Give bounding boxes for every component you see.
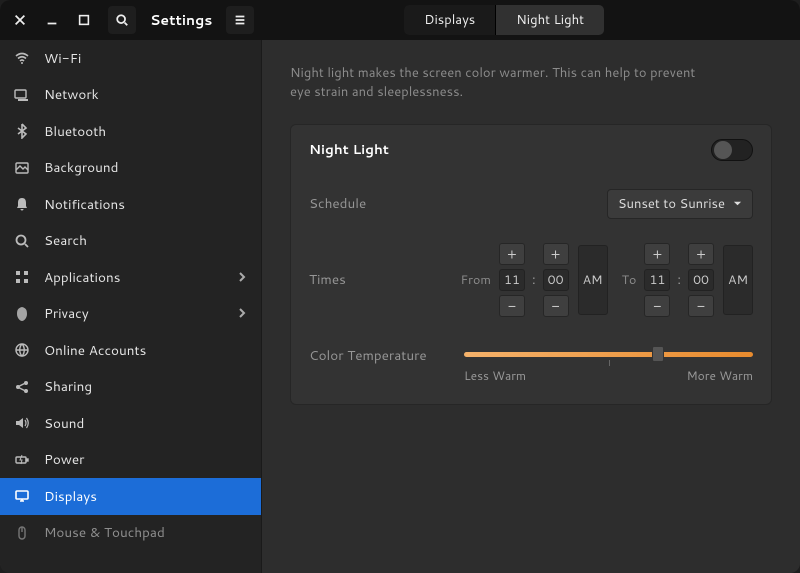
to-time-group: + 11 − : + 00 − AM xyxy=(644,243,753,317)
bluetooth-icon xyxy=(14,123,30,139)
from-time-group: + 11 − : + 00 − AM xyxy=(499,243,608,317)
from-min-minus[interactable]: − xyxy=(543,295,569,317)
displays-icon xyxy=(14,488,30,504)
sidebar-item-label: Wi-Fi xyxy=(44,49,81,68)
from-ampm-stepper: AM xyxy=(578,245,608,315)
from-hour-minus[interactable]: − xyxy=(499,295,525,317)
app-title: Settings xyxy=(140,10,222,30)
schedule-label: Schedule xyxy=(309,194,366,213)
sidebar-item-search[interactable]: Search xyxy=(0,223,261,260)
sidebar-item-label: Network xyxy=(44,85,99,104)
sidebar-item-privacy[interactable]: Privacy xyxy=(0,296,261,333)
sidebar: Wi-Fi Network Bluetooth Background Notif… xyxy=(0,40,262,573)
to-hour-value[interactable]: 11 xyxy=(644,269,670,291)
mouse-icon xyxy=(14,525,30,541)
sidebar-item-label: Displays xyxy=(44,487,97,506)
night-light-panel: Night Light Schedule Sunset to Sunrise T… xyxy=(290,124,772,405)
power-icon xyxy=(14,452,30,468)
to-hour-stepper: + 11 − xyxy=(644,243,670,317)
from-hour-stepper: + 11 − xyxy=(499,243,525,317)
color-temp-slider-track[interactable] xyxy=(464,352,753,357)
from-label: From xyxy=(460,271,490,289)
sidebar-item-label: Power xyxy=(44,450,84,469)
sidebar-item-notifications[interactable]: Notifications xyxy=(0,186,261,223)
sidebar-item-network[interactable]: Network xyxy=(0,77,261,114)
sidebar-item-label: Notifications xyxy=(44,195,125,214)
maximize-button[interactable] xyxy=(70,6,98,34)
more-warm-label: More Warm xyxy=(687,367,753,384)
wifi-icon xyxy=(14,50,30,66)
schedule-dropdown[interactable]: Sunset to Sunrise xyxy=(607,189,753,219)
less-warm-label: Less Warm xyxy=(464,367,526,384)
to-ampm-stepper: AM xyxy=(723,245,753,315)
chevron-right-icon xyxy=(237,268,247,287)
search-icon xyxy=(14,233,30,249)
night-light-description: Night light makes the screen color warme… xyxy=(290,64,710,102)
hamburger-menu-button[interactable] xyxy=(226,6,254,34)
background-icon xyxy=(14,160,30,176)
sidebar-item-label: Online Accounts xyxy=(44,341,146,360)
from-min-value[interactable]: 00 xyxy=(543,269,569,291)
online-accounts-icon xyxy=(14,342,30,358)
sidebar-item-label: Privacy xyxy=(44,304,89,323)
from-hour-value[interactable]: 11 xyxy=(499,269,525,291)
chevron-right-icon xyxy=(237,304,247,323)
sidebar-item-wifi[interactable]: Wi-Fi xyxy=(0,40,261,77)
from-min-plus[interactable]: + xyxy=(543,243,569,265)
to-min-minus[interactable]: − xyxy=(688,295,714,317)
sidebar-item-label: Background xyxy=(44,158,118,177)
from-hour-plus[interactable]: + xyxy=(499,243,525,265)
minimize-button[interactable] xyxy=(38,6,66,34)
titlebar: Settings Displays Night Light xyxy=(0,0,800,40)
tab-switcher: Displays Night Light xyxy=(404,5,604,35)
sidebar-item-label: Mouse & Touchpad xyxy=(44,523,165,542)
sidebar-item-sharing[interactable]: Sharing xyxy=(0,369,261,406)
applications-icon xyxy=(14,269,30,285)
sidebar-item-label: Search xyxy=(44,231,87,250)
night-light-heading: Night Light xyxy=(309,140,389,159)
night-light-toggle[interactable] xyxy=(711,139,753,161)
from-min-stepper: + 00 − xyxy=(543,243,569,317)
sound-icon xyxy=(14,415,30,431)
sidebar-item-background[interactable]: Background xyxy=(0,150,261,187)
sidebar-item-mouse-touchpad[interactable]: Mouse & Touchpad xyxy=(0,515,261,552)
sidebar-item-label: Applications xyxy=(44,268,120,287)
sidebar-item-bluetooth[interactable]: Bluetooth xyxy=(0,113,261,150)
content-area: Night light makes the screen color warme… xyxy=(262,40,800,573)
to-min-value[interactable]: 00 xyxy=(688,269,714,291)
network-icon xyxy=(14,87,30,103)
sidebar-item-power[interactable]: Power xyxy=(0,442,261,479)
to-ampm-value[interactable]: AM xyxy=(723,245,753,315)
chevron-down-icon xyxy=(733,199,742,208)
tab-displays[interactable]: Displays xyxy=(404,5,495,35)
times-label: Times xyxy=(309,270,346,289)
sidebar-item-displays[interactable]: Displays xyxy=(0,478,261,515)
to-min-stepper: + 00 − xyxy=(688,243,714,317)
bell-icon xyxy=(14,196,30,212)
to-label: To xyxy=(622,271,637,289)
sidebar-item-sound[interactable]: Sound xyxy=(0,405,261,442)
privacy-icon xyxy=(14,306,30,322)
search-button[interactable] xyxy=(108,6,136,34)
tab-night-light[interactable]: Night Light xyxy=(495,5,604,35)
sidebar-item-label: Sharing xyxy=(44,377,92,396)
sidebar-item-applications[interactable]: Applications xyxy=(0,259,261,296)
to-hour-minus[interactable]: − xyxy=(644,295,670,317)
to-hour-plus[interactable]: + xyxy=(644,243,670,265)
sidebar-item-online-accounts[interactable]: Online Accounts xyxy=(0,332,261,369)
sidebar-item-label: Sound xyxy=(44,414,84,433)
sidebar-item-label: Bluetooth xyxy=(44,122,106,141)
schedule-value: Sunset to Sunrise xyxy=(618,195,725,213)
sharing-icon xyxy=(14,379,30,395)
to-min-plus[interactable]: + xyxy=(688,243,714,265)
color-temp-slider-thumb[interactable] xyxy=(652,346,664,362)
from-ampm-value[interactable]: AM xyxy=(578,245,608,315)
close-button[interactable] xyxy=(6,6,34,34)
